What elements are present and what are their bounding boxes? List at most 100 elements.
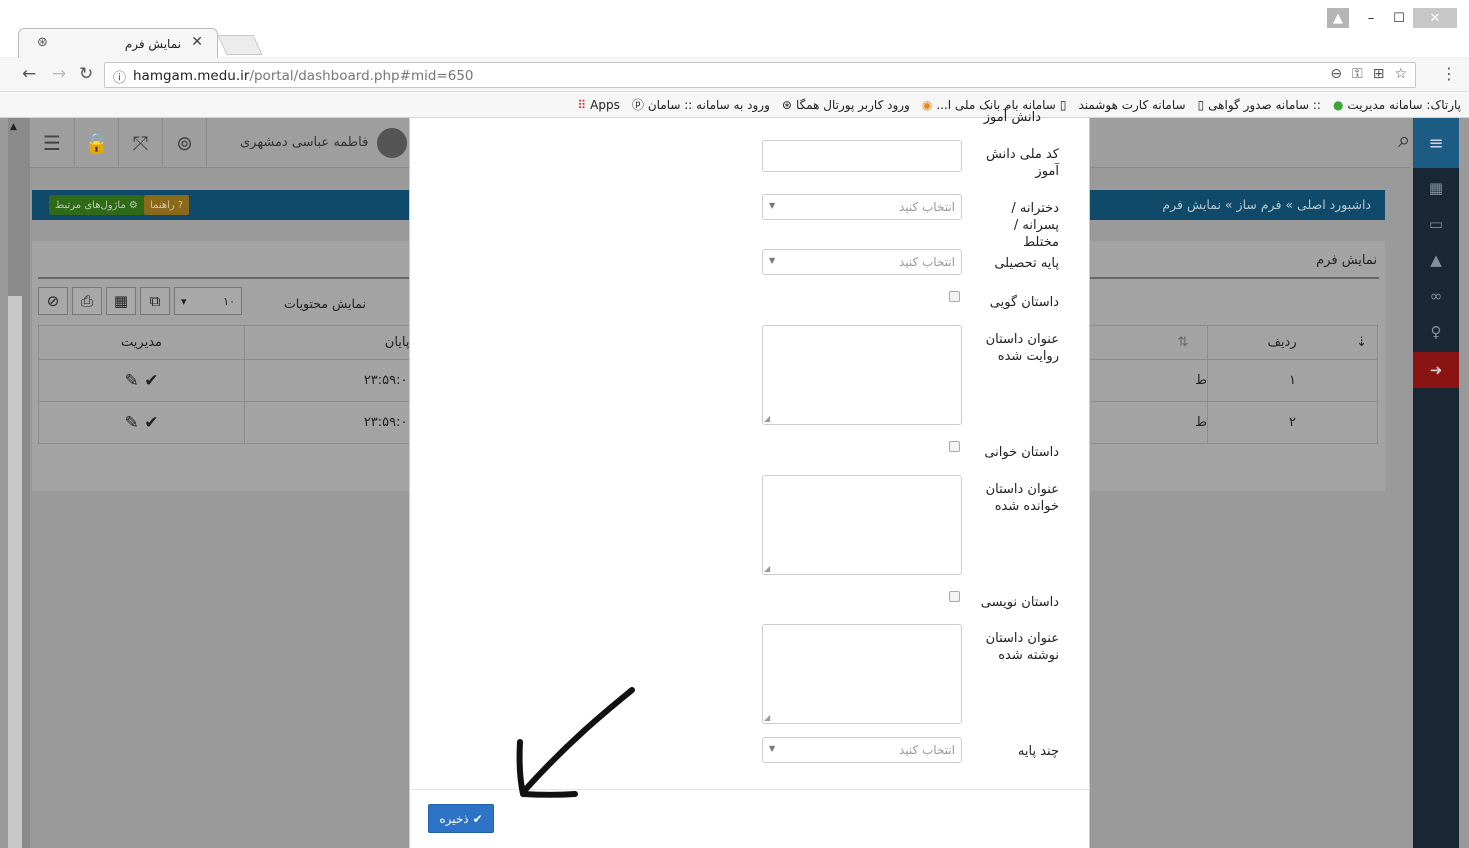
check-icon[interactable]: ✔ [144, 413, 158, 433]
portal-icon: ⓟ [631, 98, 644, 112]
scrollbar-thumb[interactable] [8, 296, 22, 848]
caret-icon: ▼ [769, 744, 776, 753]
portal-icon: ⊛ [781, 97, 792, 112]
logout-icon[interactable]: ➜ [1413, 352, 1459, 388]
multi-grade-label: چند پایه [1017, 744, 1059, 759]
new-tab-button[interactable] [217, 35, 263, 55]
panel-title: نمایش فرم [1316, 253, 1377, 268]
maximize-icon[interactable]: ☐ [1385, 8, 1413, 28]
reload-icon[interactable]: ↻ [79, 64, 93, 84]
lock-icon[interactable]: ▲ [1413, 242, 1459, 278]
story-telling-checkbox[interactable] [949, 291, 960, 302]
scroll-up-icon[interactable]: ▲ [10, 122, 17, 132]
bookmark-item[interactable]: ورود به سامانه :: سامان ⓟ [632, 96, 770, 113]
back-icon[interactable]: ← [22, 64, 36, 84]
forward-icon[interactable]: → [52, 64, 66, 84]
tab-close-icon[interactable]: ✕ [191, 34, 203, 50]
minimize-icon[interactable]: – [1357, 8, 1385, 28]
leaf-icon: ● [1332, 97, 1344, 112]
cell-mid: ط [1089, 359, 1208, 402]
gender-select[interactable]: انتخاب کنید ▼ [762, 194, 962, 220]
site-favicon-icon: ⊛ [37, 35, 48, 50]
window-controls: ▲ – ☐ ✕ [1327, 8, 1457, 28]
url-text: hamgam.medu.ir/portal/dashboard.php#mid=… [133, 68, 474, 84]
written-story-title-textarea[interactable]: ◢ [762, 624, 962, 724]
bulb-icon[interactable]: ♀ [1413, 314, 1459, 350]
tab-title: نمایش فرم [124, 37, 181, 51]
cell-row: ۲ [1207, 401, 1378, 444]
bookmark-item[interactable]: سامانه کارت هوشمند [1078, 96, 1185, 113]
sort-icon[interactable]: ⇅ [1089, 325, 1208, 360]
grade-label: پایه تحصیلی [994, 256, 1059, 271]
related-modules-button[interactable]: ماژول‌های مرتبط ⚙ [49, 195, 144, 215]
fullscreen-icon[interactable]: ⤧ [118, 118, 162, 168]
read-story-title-textarea[interactable]: ◢ [762, 475, 962, 575]
info-icon[interactable]: ⓘ [113, 67, 126, 86]
save-button[interactable]: ✔ ذخیره [428, 804, 494, 833]
told-story-title-textarea[interactable]: ◢ [762, 325, 962, 425]
story-reading-checkbox[interactable] [949, 441, 960, 452]
hide-columns-icon[interactable]: ⊘ [38, 287, 68, 315]
caret-icon: ▼ [769, 256, 776, 265]
cell-end: ۲۳:۵۹:۰ [244, 359, 410, 402]
zoom-icon[interactable]: ⊖ [1330, 66, 1342, 82]
edit-icon[interactable]: ✎ [125, 371, 139, 391]
caret-icon: ▼ [769, 201, 776, 210]
col-row[interactable]: ردیف ⇣ [1207, 325, 1378, 360]
bookmark-item[interactable]: پارتاک: سامانه مدیریت ● [1333, 96, 1461, 113]
browser-toolbar: ← → ↻ ⓘ hamgam.medu.ir/portal/dashboard.… [0, 58, 1469, 92]
story-writing-checkbox[interactable] [949, 591, 960, 602]
bookmark-item[interactable]: :: سامانه صدور گواهی ▯ [1198, 96, 1321, 113]
col-end[interactable]: پایان [244, 325, 410, 360]
bookmark-item[interactable]: ورود کاربر پورتال همگا ⊛ [782, 96, 910, 113]
resize-grip-icon[interactable]: ◢ [764, 414, 770, 423]
sidebar-menu-icon[interactable]: ≡ [1413, 118, 1459, 168]
chrome-menu-icon[interactable]: ⋮ [1441, 64, 1457, 83]
print-icon[interactable]: ⎙ [72, 287, 102, 315]
address-bar[interactable]: ⓘ hamgam.medu.ir/portal/dashboard.php#mi… [104, 62, 1416, 88]
multi-grade-select[interactable]: انتخاب کنید ▼ [762, 737, 962, 763]
read-story-title-label: عنوان داستان خوانده شده [985, 482, 1059, 514]
star-icon[interactable]: ☆ [1394, 66, 1407, 82]
resize-grip-icon[interactable]: ◢ [764, 713, 770, 722]
search-icon[interactable]: ⌕ [1398, 128, 1410, 153]
cell-row: ۱ [1207, 359, 1378, 402]
story-writing-label: داستان نویسی [980, 595, 1059, 610]
translate-icon[interactable]: ⊞ [1373, 66, 1385, 82]
apps-grid-icon: ⠿ [577, 97, 587, 112]
edit-icon[interactable]: ✎ [125, 413, 139, 433]
lifebuoy-icon[interactable]: ⊚ [162, 118, 206, 168]
story-telling-label: داستان گویی [989, 295, 1059, 310]
page-icon: ▯ [1059, 97, 1067, 112]
check-icon[interactable]: ✔ [144, 371, 158, 391]
browser-tab[interactable]: ⊛ نمایش فرم ✕ [18, 28, 218, 58]
grade-select[interactable]: انتخاب کنید ▼ [762, 249, 962, 275]
table-tools: ⊘ ⎙ ▦ ⧉ ▾ ۱۰ [38, 287, 242, 315]
bookmarks-bar: پارتاک: سامانه مدیریت ● :: سامانه صدور گو… [0, 92, 1469, 118]
close-window-icon[interactable]: ✕ [1413, 8, 1457, 28]
link-icon[interactable]: ∞ [1413, 278, 1459, 314]
page-size-select[interactable]: ▾ ۱۰ [174, 287, 242, 315]
avatar[interactable] [377, 128, 407, 158]
field-label: دانش آموز [983, 110, 1041, 125]
national-code-input[interactable] [762, 140, 962, 172]
user-name[interactable]: فاطمه عباسی دمشهری [240, 135, 368, 150]
col-manage[interactable]: مدیریت [38, 325, 245, 360]
modal-footer-divider [410, 789, 1089, 790]
show-items-label: نمایش محتویات [284, 296, 366, 311]
row-actions: ✎ ✔ [38, 359, 245, 402]
copy-icon[interactable]: ⧉ [140, 287, 170, 315]
row-actions: ✎ ✔ [38, 401, 245, 444]
breadcrumb-text[interactable]: داشبورد اصلی » فرم ساز » نمایش فرم [1162, 197, 1371, 212]
guide-button[interactable]: راهنما? [144, 195, 190, 215]
resize-grip-icon[interactable]: ◢ [764, 564, 770, 573]
lock-icon[interactable]: 🔒 [74, 118, 118, 168]
monitor-icon[interactable]: ▭ [1413, 206, 1459, 242]
profile-icon[interactable]: ▲ [1327, 8, 1349, 28]
cell-mid: ط [1089, 401, 1208, 444]
apps-bookmark[interactable]: Apps ⠿ [577, 96, 620, 113]
hamburger-icon[interactable]: ☰ [30, 118, 74, 168]
key-icon[interactable]: ⚿ [1352, 66, 1363, 82]
grid-icon[interactable]: ▦ [1413, 170, 1459, 206]
excel-icon[interactable]: ▦ [106, 287, 136, 315]
